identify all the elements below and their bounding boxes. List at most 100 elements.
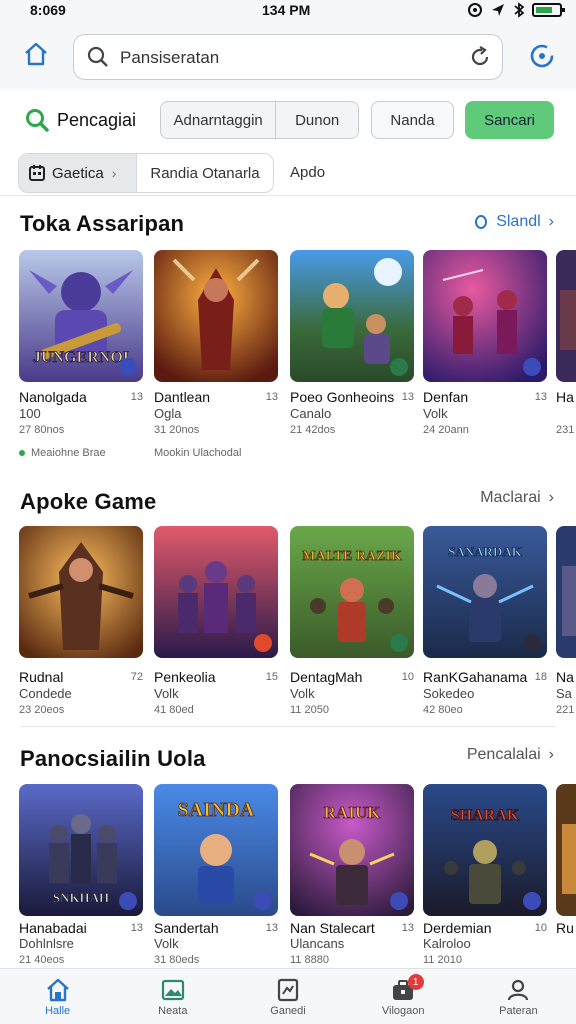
game-count: 15 <box>265 671 278 683</box>
filter-text-chip[interactable]: Apdo <box>290 164 325 181</box>
game-subtitle: Canalo <box>290 406 332 421</box>
calendar-icon <box>29 165 45 181</box>
filter-chip-active[interactable]: Gaetica › <box>19 154 137 192</box>
game-count: 18 <box>534 671 547 683</box>
game-meta: 21 42dos <box>290 424 336 436</box>
game-thumbnail: SHARAK <box>423 784 547 916</box>
tagline: Meaiohne Brae <box>19 447 106 459</box>
tagline-text: Meaiohne Brae <box>31 447 106 459</box>
segment-second[interactable]: Dunon <box>276 102 358 138</box>
game-meta: 27 80nos <box>19 424 65 436</box>
status-time: 134 PM <box>262 2 311 18</box>
badge-icon <box>523 358 541 376</box>
section-see-all-link[interactable]: Maclarai › <box>480 489 554 507</box>
section-see-all-link[interactable]: Pencalalai › <box>467 746 554 764</box>
game-thumbnail <box>556 784 576 916</box>
game-subtitle: 100 <box>19 406 41 421</box>
game-count: 13 <box>130 922 143 934</box>
game-name: DentagMah <box>290 669 363 685</box>
location-icon <box>468 3 482 17</box>
badge-icon <box>523 634 541 652</box>
game-thumbnail <box>556 526 576 658</box>
reload-icon[interactable] <box>468 45 492 69</box>
section-popular: Panocsiailin Uola Pencalalai › SNKHAH Ha… <box>0 734 576 968</box>
game-meta: 221 <box>556 704 575 716</box>
game-art-title: MALTE RAZIK <box>302 549 402 564</box>
section-title: Panocsiailin Uola <box>20 746 206 771</box>
filter-chip[interactable]: Randia Otanarla <box>137 154 273 192</box>
loading-ring-icon <box>475 215 488 229</box>
badge-icon <box>390 634 408 652</box>
search-button[interactable]: Sancari <box>465 101 554 139</box>
nav-item-profile[interactable]: Pateran <box>461 969 576 1024</box>
game-name: RanKGahanama <box>423 669 528 685</box>
nav-label: Neata <box>158 1004 188 1017</box>
section-see-all-link[interactable]: Slandl › <box>474 213 554 231</box>
game-art-title: SHARAK <box>451 807 520 824</box>
home-icon <box>46 978 69 1001</box>
chevron-right-icon: › <box>111 165 117 181</box>
nav-label: Vilogaon <box>381 1004 425 1017</box>
tagline: Mookin Ulachodal <box>154 447 241 459</box>
section-link-label: Maclarai <box>480 489 541 506</box>
game-name: Poeo Gonheoins <box>290 389 395 405</box>
game-name: Derdemian <box>423 920 492 936</box>
game-subtitle: Kalroloo <box>423 936 471 951</box>
game-subtitle: Volk <box>154 936 179 951</box>
nav-label: Pateran <box>499 1004 538 1017</box>
profile-icon <box>508 979 529 1000</box>
battery-icon <box>532 3 565 17</box>
status-dot <box>19 450 25 456</box>
search-title: Pencagiai <box>57 110 137 130</box>
badge-icon <box>119 358 137 376</box>
nav-label: Halle <box>45 1004 71 1017</box>
game-art-title: SAINDA <box>178 799 255 821</box>
status-icons <box>467 2 565 18</box>
section-apoke-game: Apoke Game Maclarai › Rudnal 72 Condede … <box>0 476 576 726</box>
game-subtitle: Ulancans <box>290 936 345 951</box>
game-thumbnail <box>19 526 143 658</box>
game-thumbnail: MALTE RAZIK <box>290 526 414 658</box>
bluetooth-icon <box>514 2 525 18</box>
section-link-label: Pencalalai <box>466 746 541 763</box>
game-thumbnail: SNKHAH <box>19 784 143 916</box>
game-name: Na <box>556 669 574 685</box>
game-name: Denfan <box>423 389 469 405</box>
game-meta: 31 80eds <box>154 954 200 966</box>
notification-badge: 1 <box>407 974 424 990</box>
section-divider <box>20 726 556 727</box>
game-count: 10 <box>534 922 547 934</box>
game-thumbnail: RAIUK <box>290 784 414 916</box>
section-top: Toka Assaripan Slandl › JUNGERNOI Nanolg… <box>0 196 576 476</box>
secondary-button[interactable]: Nanda <box>371 101 454 139</box>
game-meta: 31 20nos <box>154 424 200 436</box>
segment-advanced[interactable]: Adnarntaggin <box>161 102 277 138</box>
nav-item-home[interactable]: Halle <box>0 969 115 1024</box>
bottom-navigation: Halle Neata Ganedi 1 Vilogaon Pateran <box>0 968 576 1024</box>
game-thumbnail <box>423 250 547 382</box>
nav-item-bag[interactable]: 1 Vilogaon <box>346 969 461 1024</box>
badge-icon <box>390 358 408 376</box>
filter-chip-label: Gaetica <box>52 164 104 182</box>
game-name: Hanabadai <box>19 920 87 936</box>
badge-icon <box>254 634 272 652</box>
account-circle-icon[interactable] <box>528 42 556 70</box>
game-meta: 11 2010 <box>423 954 462 966</box>
game-subtitle: Condede <box>19 686 72 701</box>
nav-item-media[interactable]: Neata <box>115 969 230 1024</box>
game-count: 13 <box>534 391 547 403</box>
nav-item-documents[interactable]: Ganedi <box>230 969 345 1024</box>
game-count: 13 <box>265 922 278 934</box>
chevron-right-icon: › <box>548 213 554 230</box>
badge-icon <box>254 892 272 910</box>
game-count: 13 <box>401 391 414 403</box>
game-art-title: SANARDAK <box>448 544 523 559</box>
address-bar[interactable]: Pansiseratan <box>73 34 503 80</box>
game-meta: 41 80ed <box>154 704 194 716</box>
home-icon[interactable] <box>22 40 50 68</box>
game-meta: 24 20ann <box>423 424 469 436</box>
game-thumbnail: SAINDA <box>154 784 278 916</box>
game-art-title: RAIUK <box>324 803 381 822</box>
segmented-control: Adnarntaggin Dunon <box>160 101 359 139</box>
game-thumbnail <box>556 250 576 382</box>
